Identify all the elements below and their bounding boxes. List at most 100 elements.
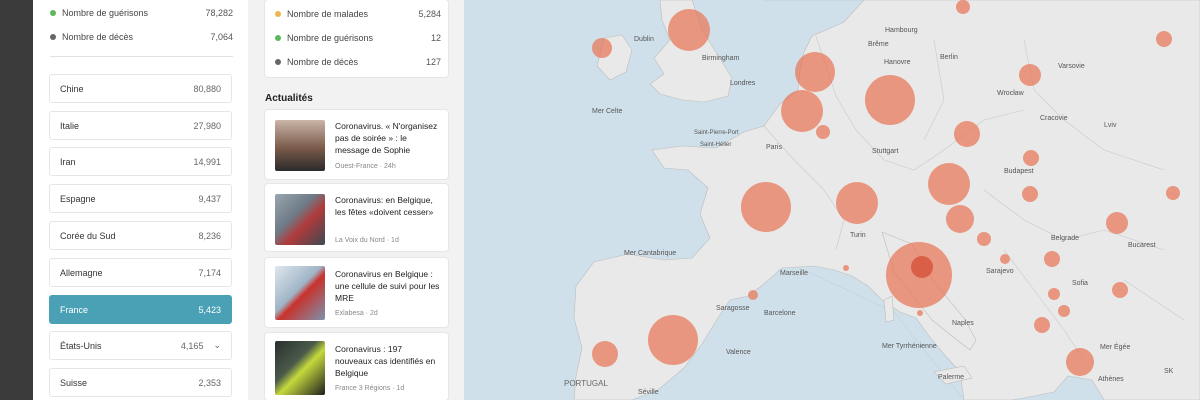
sick-value: 5,284 <box>418 9 441 19</box>
map-bubble[interactable] <box>928 163 970 205</box>
europe-map[interactable]: Dublin Birmingham Londres Mer Celte Sain… <box>464 0 1200 400</box>
country-count: 7,174 <box>198 267 221 278</box>
map-bubble[interactable] <box>816 125 830 139</box>
country-name: États-Unis <box>60 340 102 351</box>
news-item[interactable]: Coronavirus : 197 nouveaux cas identifié… <box>265 333 448 400</box>
news-section-title: Actualités <box>265 93 313 104</box>
map-label-sofia: Sofia <box>1072 280 1088 287</box>
country-count: 14,991 <box>193 156 221 167</box>
news-age: 1d <box>396 385 405 392</box>
news-source: France 3 Régions <box>335 385 391 392</box>
map-label-mer-cantabrique: Mer Cantabrique <box>624 250 677 257</box>
map-bubble[interactable] <box>1112 282 1128 298</box>
news-source: La Voix du Nord <box>335 237 385 244</box>
country-item-espagne[interactable]: Espagne 9,437 <box>49 184 232 213</box>
map-label-portugal: PORTUGAL <box>564 379 608 388</box>
country-count: 8,236 <box>198 230 221 241</box>
map-bubble[interactable] <box>1066 348 1094 376</box>
news-thumbnail <box>275 120 325 171</box>
news-item[interactable]: Coronavirus. « N'organisez pas de soirée… <box>265 110 448 179</box>
map-label-budapest: Budapest <box>1004 168 1034 175</box>
map-bubble[interactable] <box>1156 31 1172 47</box>
country-item-italie[interactable]: Italie 27,980 <box>49 111 232 140</box>
map-bubble[interactable] <box>781 90 823 132</box>
map-bubble[interactable] <box>1106 212 1128 234</box>
map-label-saragosse: Saragosse <box>716 305 750 312</box>
country-count: 5,423 <box>198 304 221 315</box>
news-title: Coronavirus: en Belgique, les fêtes «doi… <box>335 195 434 217</box>
country-count: 4,165 <box>180 340 204 351</box>
map-bubble[interactable] <box>1000 254 1010 264</box>
map-bubble[interactable] <box>1044 251 1060 267</box>
map-bubble[interactable] <box>911 256 933 278</box>
country-item-suisse[interactable]: Suisse 2,353 <box>49 368 232 397</box>
map-bubble[interactable] <box>1048 288 1060 300</box>
recovered-dot-icon <box>275 35 281 41</box>
map-label-breme: Brême <box>868 41 889 48</box>
map-bubble[interactable] <box>741 182 791 232</box>
map-bubble[interactable] <box>977 232 991 246</box>
deaths-dot-icon <box>50 34 56 40</box>
map-label-mer-egee: Mer Égée <box>1100 344 1131 351</box>
map-bubble[interactable] <box>954 121 980 147</box>
map-label-wroclaw: Wrocław <box>997 90 1024 97</box>
map-bubble[interactable] <box>843 265 849 271</box>
country-name: Chine <box>60 83 84 94</box>
country-item-chine[interactable]: Chine 80,880 <box>49 74 232 103</box>
detail-sick-row: Nombre de malades 5,284 <box>275 4 441 24</box>
news-meta: France 3 Régions · 1d <box>335 385 405 392</box>
country-name: Espagne <box>60 193 96 204</box>
country-count: 9,437 <box>198 193 221 204</box>
map-bubble[interactable] <box>1023 150 1039 166</box>
map-bubble[interactable] <box>946 205 974 233</box>
map-bubble[interactable] <box>1019 64 1041 86</box>
map-label-hanovre: Hanovre <box>884 59 911 66</box>
news-item[interactable]: Coronavirus: en Belgique, les fêtes «doi… <box>265 184 448 251</box>
chevron-down-icon[interactable]: ⌄ <box>213 340 221 351</box>
map-bubble[interactable] <box>795 52 835 92</box>
country-count: 80,880 <box>193 83 221 94</box>
deaths-value: 7,064 <box>210 32 233 42</box>
map-label-londres: Londres <box>730 80 756 87</box>
country-count: 27,980 <box>193 120 221 131</box>
map-bubble[interactable] <box>1166 186 1180 200</box>
map-bubble[interactable] <box>1034 317 1050 333</box>
news-item[interactable]: Coronavirus en Belgique : une cellule de… <box>265 258 448 327</box>
news-thumbnail <box>275 341 325 395</box>
map-bubble[interactable] <box>592 38 612 58</box>
country-item-allemagne[interactable]: Allemagne 7,174 <box>49 258 232 287</box>
map-label-dublin: Dublin <box>634 36 654 43</box>
map-label-mer-celte: Mer Celte <box>592 108 623 115</box>
country-item-etats-unis[interactable]: États-Unis 4,165 ⌄ <box>49 331 232 360</box>
map-bubble[interactable] <box>1058 305 1070 317</box>
news-thumbnail <box>275 194 325 245</box>
left-rail <box>0 0 33 400</box>
country-item-france[interactable]: France 5,423 <box>49 295 232 324</box>
map-bubble[interactable] <box>1022 186 1038 202</box>
map-label-palerme: Palerme <box>938 374 965 381</box>
map-bubble[interactable] <box>668 9 710 51</box>
map-label-hambourg: Hambourg <box>885 27 918 34</box>
map-label-naples: Naples <box>952 320 974 327</box>
global-deaths-row: Nombre de décès 7,064 <box>50 27 233 47</box>
map-bubble[interactable] <box>592 341 618 367</box>
map-bubble[interactable] <box>748 290 758 300</box>
country-name: Iran <box>60 156 76 167</box>
map-bubble[interactable] <box>917 310 923 316</box>
map-label-cracovie: Cracovie <box>1040 115 1068 122</box>
news-meta: Ouest-France · 24h <box>335 163 396 170</box>
map-label-saint-pierre: Saint-Pierre-Port <box>694 130 739 136</box>
map-bubble[interactable] <box>865 75 915 125</box>
map-label-berlin: Berlin <box>940 54 958 61</box>
map-bubble[interactable] <box>956 0 970 14</box>
country-count: 2,353 <box>198 377 221 388</box>
deaths-value: 127 <box>425 57 441 67</box>
map-bubble[interactable] <box>836 182 878 224</box>
recovered-dot-icon <box>50 10 56 16</box>
country-item-iran[interactable]: Iran 14,991 <box>49 147 232 176</box>
map-bubble[interactable] <box>648 315 698 365</box>
map-label-birmingham: Birmingham <box>702 55 740 62</box>
country-item-coree-du-sud[interactable]: Corée du Sud 8,236 <box>49 221 232 250</box>
news-title: Coronavirus. « N'organisez pas de soirée… <box>335 121 438 155</box>
map-label-turin: Turin <box>850 232 866 239</box>
